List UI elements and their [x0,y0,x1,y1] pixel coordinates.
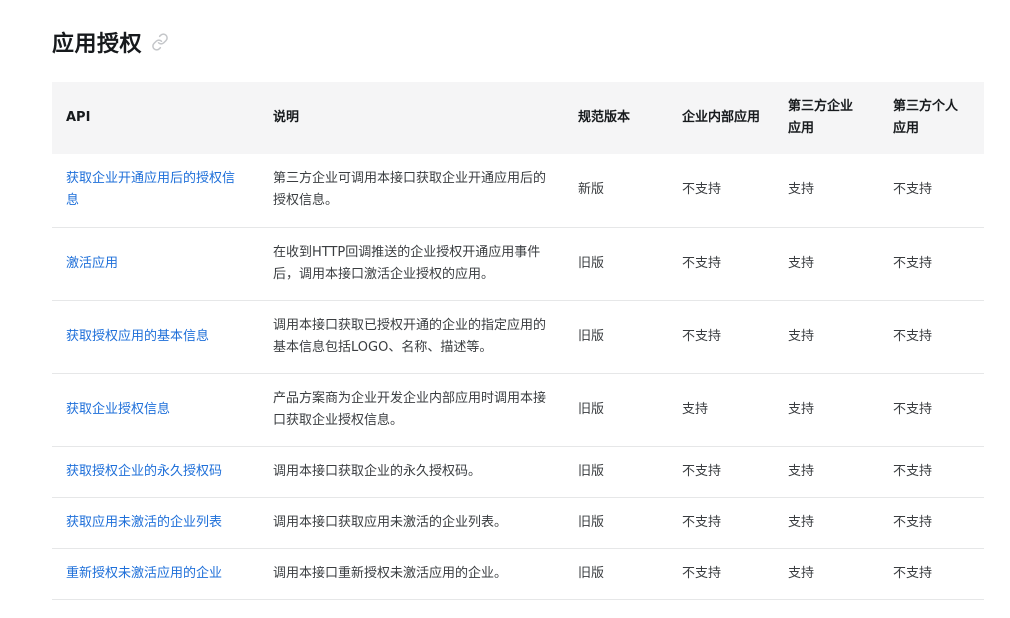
version-cell: 旧版 [564,227,668,301]
internal-app-cell: 不支持 [668,446,774,498]
api-link[interactable]: 获取企业授权信息 [66,402,170,417]
api-link[interactable]: 获取企业开通应用后的授权信息 [66,171,235,208]
description-cell: 第三方企业可调用本接口获取企业开通应用后的授权信息。 [259,154,564,228]
api-cell: 获取授权企业的永久授权码 [52,446,259,498]
version-cell: 旧版 [564,497,668,549]
third-party-personal-cell: 不支持 [879,300,984,374]
api-link[interactable]: 获取授权企业的永久授权码 [66,464,222,479]
version-cell: 旧版 [564,548,668,600]
version-cell: 旧版 [564,373,668,447]
internal-app-cell: 不支持 [668,548,774,600]
api-cell: 获取企业开通应用后的授权信息 [52,154,259,228]
internal-app-cell: 支持 [668,373,774,447]
third-party-corp-cell: 支持 [774,300,879,374]
description-cell: 产品方案商为企业开发企业内部应用时调用本接口获取企业授权信息。 [259,373,564,447]
table-row: 激活应用 在收到HTTP回调推送的企业授权开通应用事件后，调用本接口激活企业授权… [52,227,984,301]
description-cell: 调用本接口获取已授权开通的企业的指定应用的基本信息包括LOGO、名称、描述等。 [259,300,564,374]
third-party-corp-cell: 支持 [774,497,879,549]
third-party-corp-cell: 支持 [774,373,879,447]
page-title: 应用授权 [52,32,143,57]
table-row: 获取授权应用的基本信息 调用本接口获取已授权开通的企业的指定应用的基本信息包括L… [52,300,984,374]
table-row: 获取授权企业的永久授权码 调用本接口获取企业的永久授权码。 旧版 不支持 支持 … [52,446,984,498]
third-party-corp-cell: 支持 [774,548,879,600]
column-header-description: 说明 [273,110,300,125]
api-cell: 重新授权未激活应用的企业 [52,548,259,600]
third-party-personal-cell: 不支持 [879,227,984,301]
internal-app-cell: 不支持 [668,154,774,228]
api-link[interactable]: 获取应用未激活的企业列表 [66,515,222,530]
internal-app-cell: 不支持 [668,227,774,301]
column-header-third-party-corp-app: 第三方企业应用 [788,99,854,136]
api-link[interactable]: 重新授权未激活应用的企业 [66,566,222,581]
third-party-personal-cell: 不支持 [879,373,984,447]
internal-app-cell: 不支持 [668,497,774,549]
third-party-corp-cell: 支持 [774,446,879,498]
version-cell: 旧版 [564,300,668,374]
description-cell: 调用本接口重新授权未激活应用的企业。 [259,548,564,600]
version-cell: 旧版 [564,446,668,498]
column-header-api: API [66,110,91,125]
page-content: 应用授权 API 说明 规范版本 企业内部应用 第三方企业应用 第三方个人应用 [0,0,1010,600]
link-icon[interactable] [150,32,170,52]
description-cell: 调用本接口获取应用未激活的企业列表。 [259,497,564,549]
version-cell: 新版 [564,154,668,228]
table-header: API 说明 规范版本 企业内部应用 第三方企业应用 第三方个人应用 [52,82,984,154]
third-party-personal-cell: 不支持 [879,446,984,498]
column-header-version: 规范版本 [578,110,631,125]
api-table: API 说明 规范版本 企业内部应用 第三方企业应用 第三方个人应用 获取企业开… [52,82,984,600]
internal-app-cell: 不支持 [668,300,774,374]
table-body: 获取企业开通应用后的授权信息 第三方企业可调用本接口获取企业开通应用后的授权信息… [52,154,984,600]
api-link[interactable]: 激活应用 [66,256,118,271]
section-header: 应用授权 [52,0,984,82]
description-cell: 调用本接口获取企业的永久授权码。 [259,446,564,498]
third-party-personal-cell: 不支持 [879,154,984,228]
third-party-personal-cell: 不支持 [879,548,984,600]
api-cell: 获取应用未激活的企业列表 [52,497,259,549]
api-cell: 获取授权应用的基本信息 [52,300,259,374]
table-row: 获取企业授权信息 产品方案商为企业开发企业内部应用时调用本接口获取企业授权信息。… [52,373,984,447]
column-header-third-party-personal-app: 第三方个人应用 [893,99,959,136]
table-row: 获取企业开通应用后的授权信息 第三方企业可调用本接口获取企业开通应用后的授权信息… [52,154,984,228]
description-cell: 在收到HTTP回调推送的企业授权开通应用事件后，调用本接口激活企业授权的应用。 [259,227,564,301]
third-party-personal-cell: 不支持 [879,497,984,549]
third-party-corp-cell: 支持 [774,227,879,301]
api-cell: 激活应用 [52,227,259,301]
table-row: 重新授权未激活应用的企业 调用本接口重新授权未激活应用的企业。 旧版 不支持 支… [52,548,984,600]
api-link[interactable]: 获取授权应用的基本信息 [66,329,209,344]
column-header-internal-app: 企业内部应用 [682,110,761,125]
api-cell: 获取企业授权信息 [52,373,259,447]
table-row: 获取应用未激活的企业列表 调用本接口获取应用未激活的企业列表。 旧版 不支持 支… [52,497,984,549]
third-party-corp-cell: 支持 [774,154,879,228]
